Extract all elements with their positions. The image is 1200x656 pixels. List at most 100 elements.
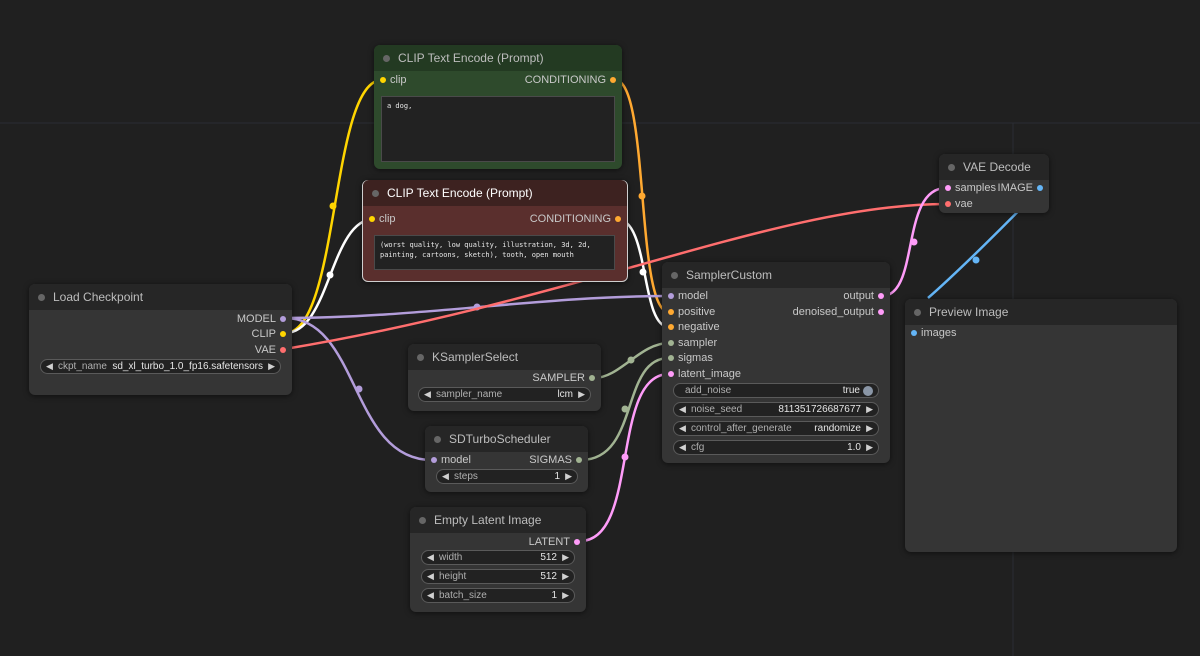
input-positive[interactable]: positive [668,306,715,318]
output-clip[interactable]: CLIP [252,328,286,340]
node-sd-turbo-scheduler[interactable]: SDTurboScheduler model SIGMAS ◀ steps 1 … [425,426,588,492]
node-ksampler-select[interactable]: KSamplerSelect SAMPLER ◀ sampler_name lc… [408,344,601,411]
input-port[interactable] [369,216,375,222]
input-clip[interactable]: clip [380,74,407,86]
node-title[interactable]: KSamplerSelect [408,344,601,370]
collapse-dot-icon[interactable] [38,294,45,301]
output-port[interactable] [574,539,580,545]
control-after-generate-combo[interactable]: ◀ control_after_generate randomize ▶ [673,421,879,436]
input-port[interactable] [380,77,386,83]
input-sampler[interactable]: sampler [668,337,717,349]
ckpt-name-combo[interactable]: ◀ ckpt_name sd_xl_turbo_1.0_fp16.safeten… [40,359,281,374]
output-port[interactable] [878,293,884,299]
node-sampler-custom[interactable]: SamplerCustom model positive negative sa… [662,262,890,463]
collapse-dot-icon[interactable] [914,309,921,316]
increment-arrow-icon[interactable]: ▶ [866,404,873,415]
output-conditioning[interactable]: CONDITIONING [530,213,621,225]
output-sigmas[interactable]: SIGMAS [529,454,582,466]
input-port[interactable] [911,330,917,336]
increment-arrow-icon[interactable]: ▶ [866,442,873,453]
decrement-arrow-icon[interactable]: ◀ [427,571,434,582]
node-clip-text-encode-negative[interactable]: CLIP Text Encode (Prompt) clip CONDITION… [362,180,628,282]
increment-arrow-icon[interactable]: ▶ [578,389,585,400]
node-title[interactable]: SamplerCustom [662,262,890,288]
collapse-dot-icon[interactable] [383,55,390,62]
output-sampler[interactable]: SAMPLER [532,372,595,384]
output-denoised-output[interactable]: denoised_output [793,306,884,318]
decrement-arrow-icon[interactable]: ◀ [679,404,686,415]
collapse-dot-icon[interactable] [948,164,955,171]
output-port[interactable] [615,216,621,222]
increment-arrow-icon[interactable]: ▶ [562,552,569,563]
input-sigmas[interactable]: sigmas [668,352,713,364]
node-title[interactable]: VAE Decode [939,154,1049,180]
increment-arrow-icon[interactable]: ▶ [268,361,275,372]
input-images[interactable]: images [911,327,956,339]
input-port[interactable] [668,309,674,315]
output-vae[interactable]: VAE [255,344,286,356]
output-port[interactable] [280,331,286,337]
output-port[interactable] [280,347,286,353]
output-conditioning[interactable]: CONDITIONING [525,74,616,86]
node-clip-text-encode-positive[interactable]: CLIP Text Encode (Prompt) clip CONDITION… [374,45,622,169]
output-port[interactable] [576,457,582,463]
node-title[interactable]: SDTurboScheduler [425,426,588,452]
input-latent-image[interactable]: latent_image [668,368,741,380]
output-image[interactable]: IMAGE [998,182,1043,194]
node-load-checkpoint[interactable]: Load Checkpoint MODEL CLIP VAE ◀ ckpt_na… [29,284,292,395]
collapse-dot-icon[interactable] [419,517,426,524]
output-port[interactable] [589,375,595,381]
input-port[interactable] [668,293,674,299]
output-latent[interactable]: LATENT [529,536,580,548]
collapse-dot-icon[interactable] [372,190,379,197]
node-empty-latent-image[interactable]: Empty Latent Image LATENT ◀ width 512 ▶ … [410,507,586,612]
output-port[interactable] [1037,185,1043,191]
batch-size-number[interactable]: ◀ batch_size 1 ▶ [421,588,575,603]
decrement-arrow-icon[interactable]: ◀ [427,590,434,601]
input-samples[interactable]: samples [945,182,996,194]
cfg-number[interactable]: ◀ cfg 1.0 ▶ [673,440,879,455]
add-noise-toggle[interactable]: add_noise true [673,383,879,398]
input-model[interactable]: model [431,454,471,466]
collapse-dot-icon[interactable] [434,436,441,443]
input-vae[interactable]: vae [945,198,973,210]
output-port[interactable] [610,77,616,83]
input-clip[interactable]: clip [369,213,396,225]
input-port[interactable] [945,185,951,191]
increment-arrow-icon[interactable]: ▶ [565,471,572,482]
steps-number[interactable]: ◀ steps 1 ▶ [436,469,578,484]
height-number[interactable]: ◀ height 512 ▶ [421,569,575,584]
decrement-arrow-icon[interactable]: ◀ [679,442,686,453]
width-number[interactable]: ◀ width 512 ▶ [421,550,575,565]
output-output[interactable]: output [843,290,884,302]
increment-arrow-icon[interactable]: ▶ [562,571,569,582]
output-port[interactable] [878,309,884,315]
decrement-arrow-icon[interactable]: ◀ [442,471,449,482]
noise-seed-number[interactable]: ◀ noise_seed 811351726687677 ▶ [673,402,879,417]
sampler-name-combo[interactable]: ◀ sampler_name lcm ▶ [418,387,591,402]
node-preview-image[interactable]: Preview Image images [905,299,1177,552]
decrement-arrow-icon[interactable]: ◀ [424,389,431,400]
node-vae-decode[interactable]: VAE Decode samples vae IMAGE [939,154,1049,213]
collapse-dot-icon[interactable] [671,272,678,279]
input-port[interactable] [668,371,674,377]
prompt-textarea[interactable]: a dog, [381,96,615,162]
decrement-arrow-icon[interactable]: ◀ [46,361,53,372]
toggle-knob-icon[interactable] [863,386,873,396]
decrement-arrow-icon[interactable]: ◀ [427,552,434,563]
node-title[interactable]: Empty Latent Image [410,507,586,533]
node-title[interactable]: Preview Image [905,299,1177,325]
output-model[interactable]: MODEL [237,313,286,325]
decrement-arrow-icon[interactable]: ◀ [679,423,686,434]
prompt-textarea[interactable]: (worst quality, low quality, illustratio… [374,235,615,270]
input-port[interactable] [668,324,674,330]
input-port[interactable] [431,457,437,463]
input-port[interactable] [668,355,674,361]
node-title[interactable]: CLIP Text Encode (Prompt) [363,180,627,206]
input-model[interactable]: model [668,290,708,302]
input-port[interactable] [945,201,951,207]
input-negative[interactable]: negative [668,321,720,333]
increment-arrow-icon[interactable]: ▶ [562,590,569,601]
input-port[interactable] [668,340,674,346]
node-title[interactable]: CLIP Text Encode (Prompt) [374,45,622,71]
